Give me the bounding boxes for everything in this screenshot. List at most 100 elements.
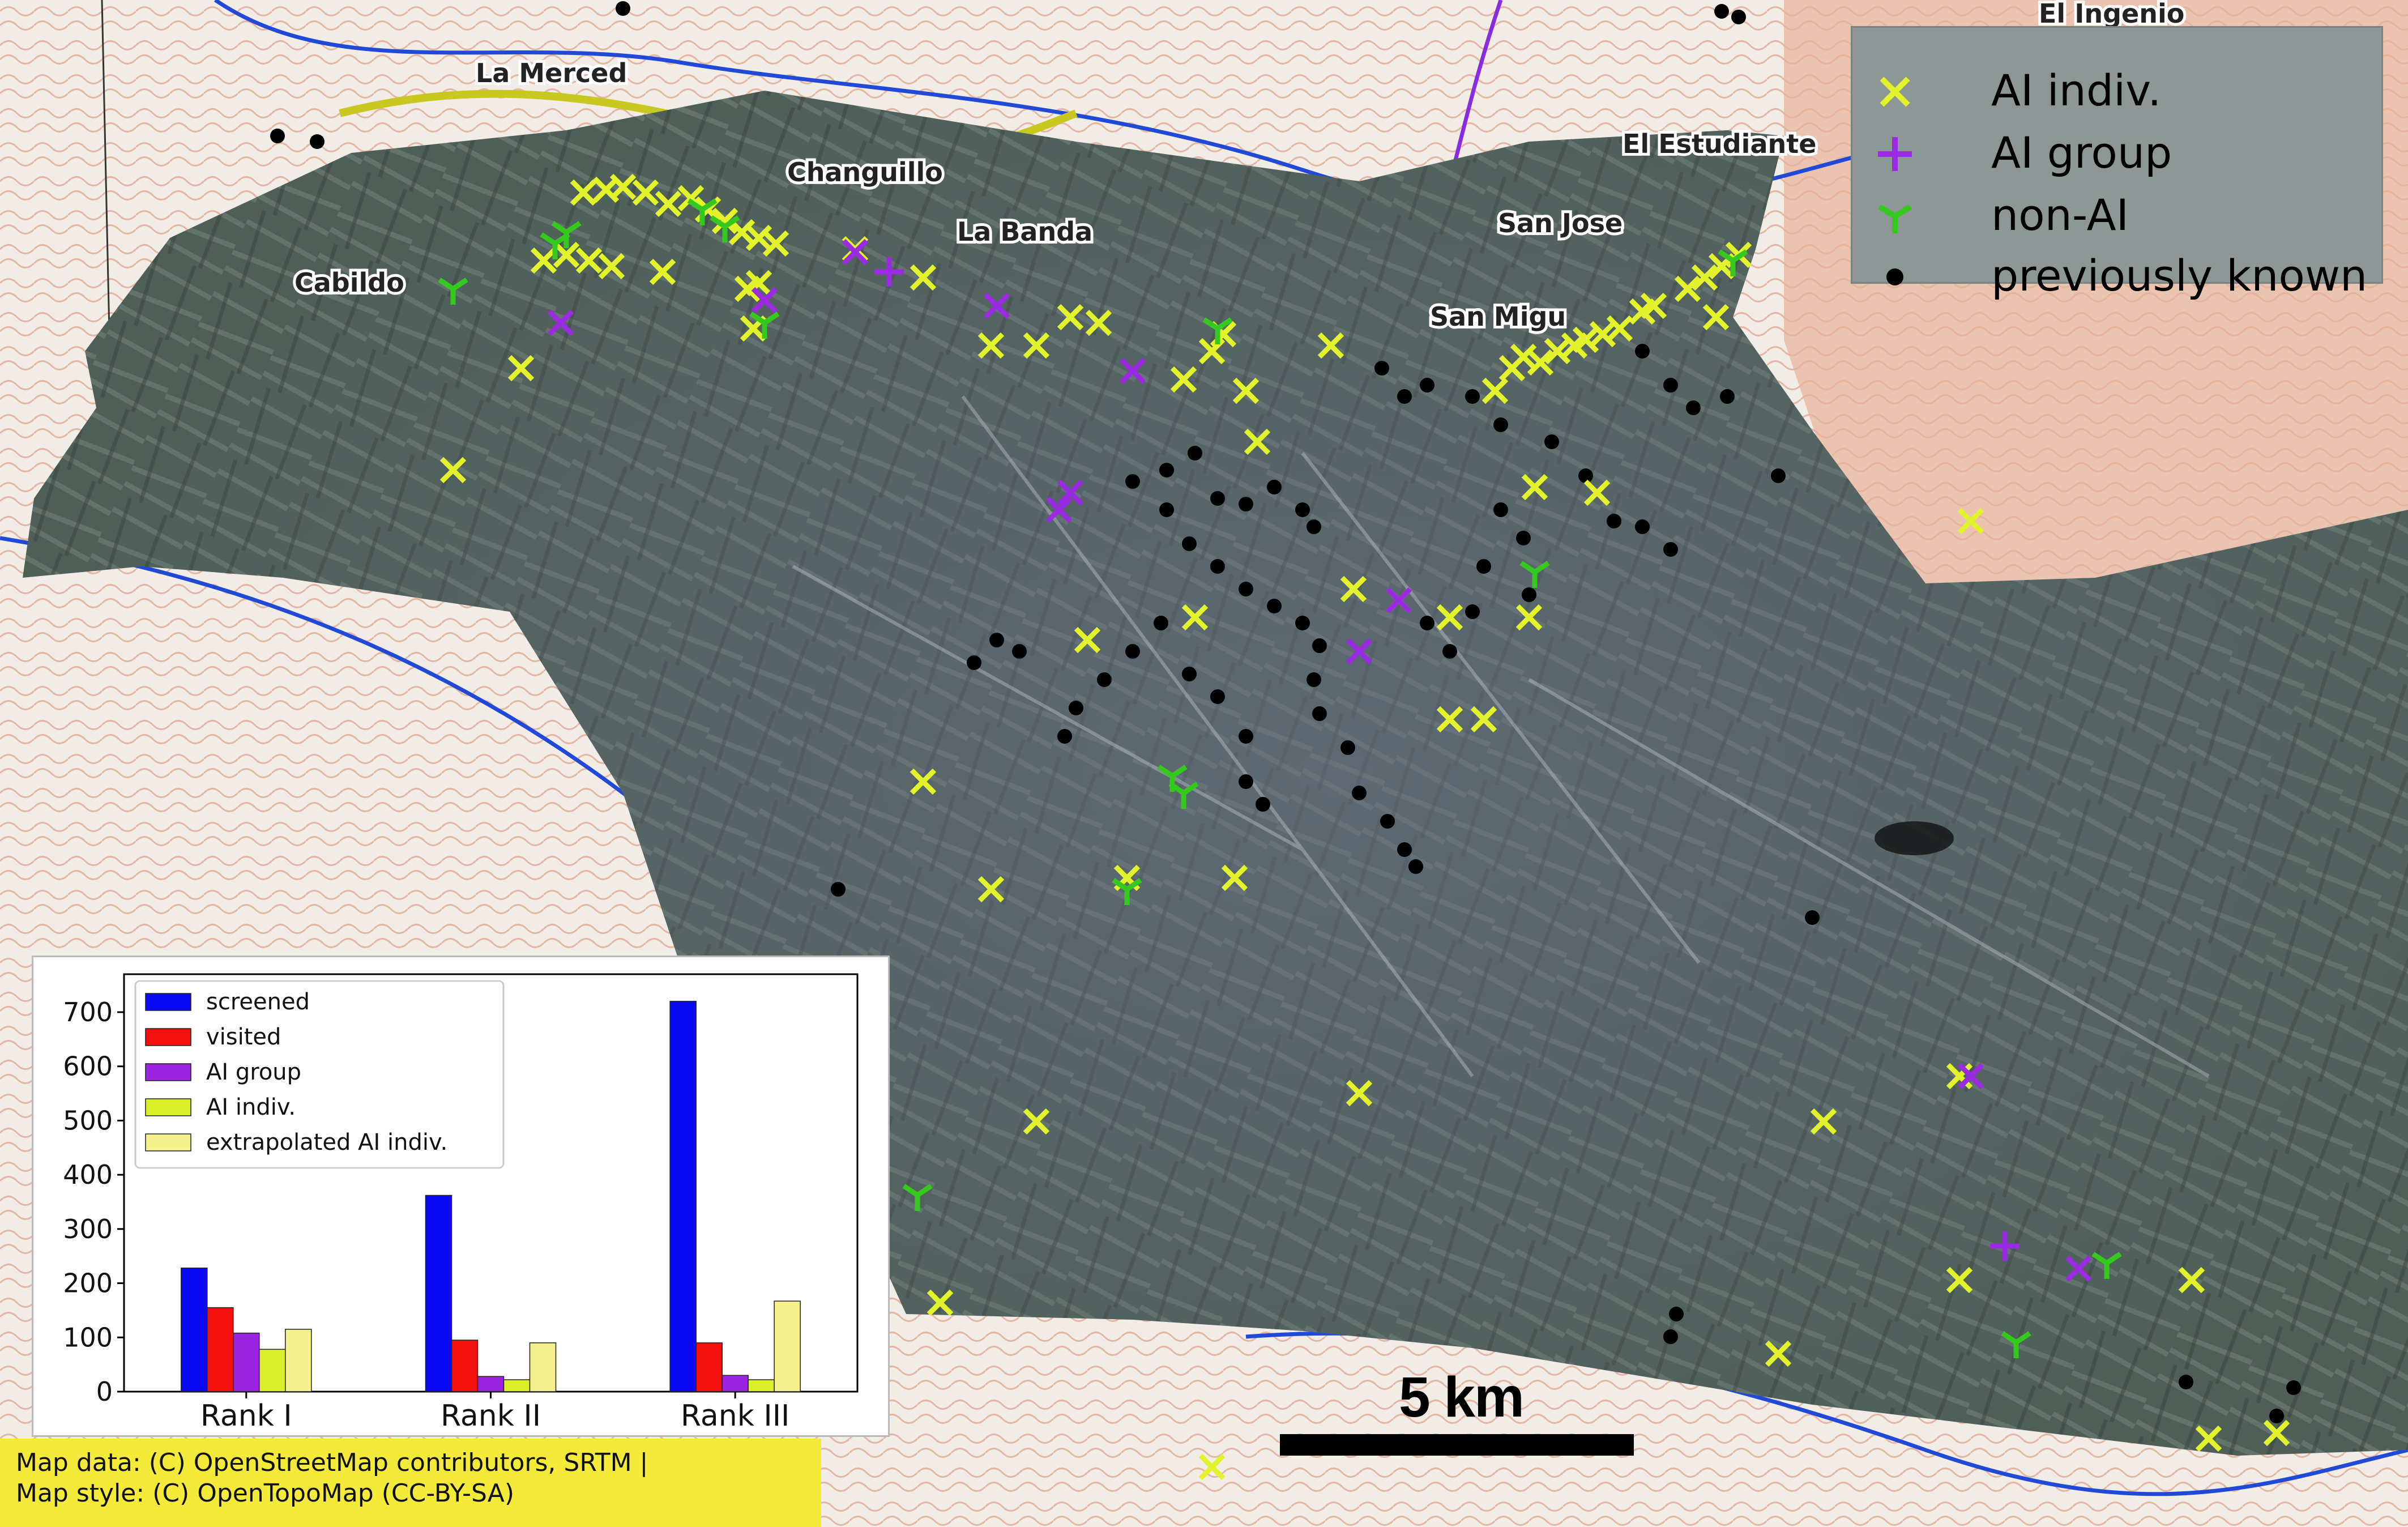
dot-icon (1154, 616, 1168, 630)
place-label-changuillo: Changuillo (787, 157, 943, 187)
dot-icon (1397, 389, 1412, 404)
bar-ai-group (233, 1332, 260, 1392)
bar-visited (207, 1307, 234, 1392)
dot-icon (1663, 1329, 1678, 1344)
scale-bar (1280, 1434, 1634, 1456)
dot-icon (1493, 502, 1508, 517)
dot-icon (1352, 786, 1367, 800)
attribution-line-2: Map style: (C) OpenTopoMap (CC-BY-SA) (16, 1479, 514, 1508)
place-label-san-jose: San Jose (1498, 208, 1623, 238)
legend-label: AI group (1991, 127, 2172, 178)
dot-icon (1069, 701, 1083, 715)
chart-legend-swatch (145, 1133, 191, 1151)
bar-chart-svg: 0 100 200 300 400 500 600 700 Rank I Rank II Rank … (63, 973, 859, 1433)
legend-item-ai-group: AI group (1852, 123, 2381, 180)
bar-ai-group (477, 1376, 505, 1392)
dot-icon (1635, 344, 1650, 359)
dot-icon (1182, 536, 1197, 551)
y-tick-label: 400 (63, 1159, 113, 1190)
dot-icon (1465, 389, 1480, 404)
place-label-el-ingenio: El Ingenio (2039, 0, 2184, 29)
dot-icon (1125, 474, 1140, 489)
dot-icon (1307, 672, 1321, 687)
chart-legend-label: AI indiv. (206, 1094, 296, 1120)
bar-screened (669, 1001, 697, 1392)
dot-icon (1374, 361, 1389, 376)
chart-legend-swatch (145, 1063, 191, 1081)
dot-icon (1397, 842, 1412, 857)
dot-icon (1340, 740, 1355, 755)
bar-extrapolated-ai-indiv- (774, 1300, 801, 1392)
bar-ai-indiv- (503, 1379, 531, 1392)
x-tick-label: Rank III (681, 1399, 789, 1433)
dot-icon (1720, 389, 1735, 404)
place-label-cabildo: Cabildo (294, 267, 404, 298)
place-label-la-banda: La Banda (957, 216, 1092, 247)
dot-icon (1295, 502, 1310, 517)
dot-icon (1182, 667, 1197, 681)
y-tick-label: 0 (96, 1376, 113, 1407)
dot-icon (1607, 514, 1621, 528)
dot-icon (1188, 446, 1202, 460)
dot-icon (1312, 706, 1327, 721)
dot-icon (1805, 910, 1820, 925)
bar-screened (425, 1195, 452, 1392)
dot-icon (1476, 559, 1491, 574)
dot-icon (1267, 599, 1282, 613)
dot-icon (1159, 502, 1174, 517)
dot-icon (1663, 542, 1678, 557)
tri-down-icon (1878, 204, 1912, 233)
dot-icon (1210, 491, 1225, 506)
dot-icon (2179, 1375, 2193, 1389)
dot-icon (1057, 729, 1072, 744)
legend-label: previously known (1991, 250, 2368, 301)
scale-label: 5 km (1399, 1366, 1525, 1429)
dot-icon (1210, 689, 1225, 704)
dot-icon (989, 633, 1004, 647)
dot-icon (831, 882, 846, 897)
dot-icon (1420, 616, 1434, 630)
dot-icon (1267, 480, 1282, 494)
dot-icon (1771, 468, 1786, 483)
bar-ai-indiv- (748, 1379, 775, 1392)
x-icon (1880, 76, 1910, 107)
dot-icon (1408, 859, 1423, 874)
dot-icon (1012, 644, 1027, 659)
bar-extrapolated-ai-indiv- (529, 1342, 557, 1392)
x-tick-label: Rank II (441, 1399, 541, 1433)
dot-icon (1256, 797, 1270, 812)
dot-icon (1159, 463, 1174, 477)
legend-item-non-ai: non-AI (1852, 185, 2381, 242)
inset-bar-chart: 0 100 200 300 400 500 600 700 Rank I Rank II Rank … (32, 956, 890, 1437)
chart-legend-swatch (145, 1028, 191, 1046)
y-tick-label: 200 (63, 1268, 113, 1299)
dot-icon (1239, 774, 1253, 789)
dot-icon (967, 655, 981, 670)
dot-icon (1714, 4, 1729, 19)
y-tick-label: 100 (63, 1322, 113, 1353)
dot-icon (1380, 814, 1395, 829)
legend-item-previously-known: previously known (1852, 246, 2381, 302)
place-label-el-estudiante: El Estudiante (1623, 129, 1816, 159)
dot-icon (1663, 378, 1678, 393)
dot-icon (1210, 559, 1225, 574)
chart-legend-swatch (145, 1098, 191, 1116)
chart-legend-label: AI group (206, 1059, 301, 1085)
dot-icon (1731, 10, 1746, 24)
dot-icon (1544, 434, 1559, 449)
bar-extrapolated-ai-indiv- (285, 1329, 312, 1392)
chart-legend-label: screened (206, 989, 310, 1015)
bar-visited (695, 1342, 723, 1392)
dot-icon (2269, 1409, 2284, 1423)
dark-patch (1875, 821, 1954, 855)
dot-icon (1516, 531, 1531, 545)
dot-icon (1239, 729, 1253, 744)
dot-icon (1239, 497, 1253, 511)
dot-icon (270, 129, 285, 143)
place-label-san-miguel: San Migu (1430, 301, 1566, 332)
y-tick-label: 700 (63, 997, 113, 1027)
dot-icon (1420, 378, 1434, 393)
dot-icon (1493, 417, 1508, 432)
dot-icon (2286, 1380, 2301, 1395)
map-legend: AI indiv. AI group non-AI previously kno… (1851, 26, 2383, 301)
